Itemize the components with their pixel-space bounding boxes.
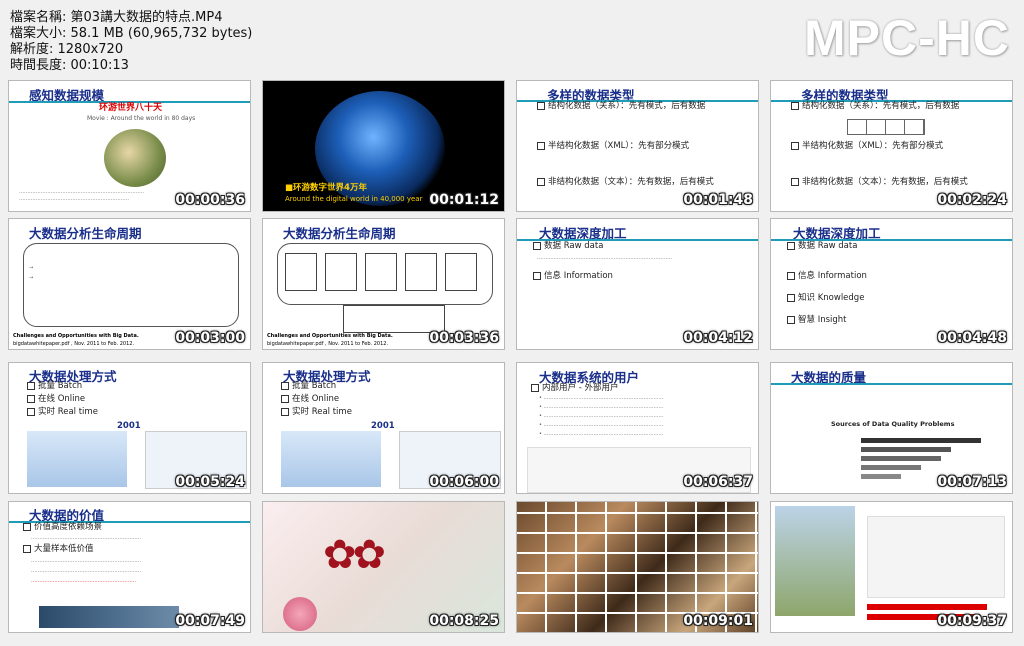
brand-logo: MPC-HC: [804, 10, 1010, 66]
challenges-box: [343, 305, 445, 333]
batch-diagram: [281, 431, 381, 487]
bullet-3: 实时 Real time: [292, 407, 352, 417]
bullet-1: 内部用户 - 外部用户: [542, 383, 619, 393]
slide-title: 大数据分析生命周期: [29, 226, 142, 241]
thumbnail-14[interactable]: ✿✿ 00:08:25: [262, 501, 505, 633]
bullet-1: 价值高度依赖场景: [34, 522, 103, 532]
thumbnail-13[interactable]: 大数据的价值 价值高度依赖场景 ………………………………………………………… 大…: [8, 501, 251, 633]
chart-bar: [861, 465, 921, 470]
relation-table-graphic: [847, 119, 925, 135]
chart-bar: [861, 456, 941, 461]
slide-footnote-2: bigdatawhitepaper.pdf , Nov. 2011 to Feb…: [267, 341, 389, 347]
timestamp: 00:03:00: [175, 330, 245, 346]
timestamp: 00:09:37: [937, 613, 1007, 629]
timestamp: 00:09:01: [683, 613, 753, 629]
filename-text: 檔案名稱: 第03講大数据的特点.MP4: [10, 10, 223, 25]
timestamp: 00:08:25: [429, 613, 499, 629]
timestamp: 00:01:48: [683, 192, 753, 208]
bullet-2: 在线 Online: [292, 394, 340, 404]
thumbnail-12[interactable]: 大数据的质量 Sources of Data Quality Problems …: [770, 362, 1013, 494]
timestamp: 00:04:12: [683, 330, 753, 346]
thumbnail-16[interactable]: 00:09:37: [770, 501, 1013, 633]
globe-illustration: [104, 129, 166, 187]
bullet-2: 信息 Information: [798, 271, 867, 281]
slide-subtitle: 环游世界八十天: [99, 103, 163, 113]
bullet-2: 大量样本低价值: [34, 544, 94, 554]
bullet-2: 在线 Online: [38, 394, 86, 404]
thumbnail-9[interactable]: 大数据处理方式 批量 Batch 在线 Online 实时 Real time …: [8, 362, 251, 494]
timestamp: 00:07:13: [937, 474, 1007, 490]
timestamp: 00:02:24: [937, 192, 1007, 208]
filesize-text: 檔案大小: 58.1 MB (60,965,732 bytes): [10, 26, 253, 41]
thumbnail-10[interactable]: 大数据处理方式 批量 Batch 在线 Online 实时 Real time …: [262, 362, 505, 494]
bullet-1: 批量 Batch: [292, 381, 337, 391]
batch-diagram: [27, 431, 127, 487]
lifecycle-diagram-box: [23, 243, 239, 327]
bullet-1: 结构化数据（关系）：先有模式，后有数据: [802, 101, 960, 111]
file-info-header: 檔案名稱: 第03講大数据的特点.MP4 檔案大小: 58.1 MB (60,9…: [0, 0, 1024, 78]
caption-bar: [867, 604, 987, 610]
duration-text: 時間長度: 00:10:13: [10, 58, 129, 73]
chart-title: Sources of Data Quality Problems: [831, 420, 955, 428]
timestamp: 00:01:12: [429, 192, 499, 208]
timestamp: 00:04:48: [937, 330, 1007, 346]
chart-bar: [861, 438, 981, 443]
bullet-2: 信息 Information: [544, 271, 613, 281]
thumbnail-8[interactable]: 大数据深度加工 数据 Raw data 信息 Information 知识 Kn…: [770, 218, 1013, 350]
chart-bar: [861, 447, 951, 452]
plane-banner: [39, 606, 179, 628]
stage-box: [405, 253, 437, 291]
timestamp: 00:00:36: [175, 192, 245, 208]
bullet-2: 半结构化数据（XML）：先有部分模式: [802, 141, 944, 151]
stage-box: [365, 253, 397, 291]
thumbnail-1[interactable]: 感知数据规模 环游世界八十天 Movie : Around the world …: [8, 80, 251, 212]
bullet-3: 非结构化数据（文本）：先有数据，后有模式: [548, 177, 714, 187]
chart-bar: [861, 474, 901, 479]
plane-diagram: [867, 516, 1005, 598]
bullet-3: 知识 Knowledge: [798, 293, 865, 303]
slide-caption: ■环游数字世界4万年: [285, 183, 367, 193]
bullet-1: 结构化数据（关系）：先有模式，后有数据: [548, 101, 706, 111]
thumbnail-4[interactable]: 多样的数据类型 结构化数据（关系）：先有模式，后有数据 半结构化数据（XML）：…: [770, 80, 1013, 212]
bullet-1: 数据 Raw data: [544, 241, 604, 251]
stage-box: [285, 253, 317, 291]
calligraphy-art: ✿✿: [323, 532, 386, 578]
slide-footnote: Challenges and Opportunities with Big Da…: [13, 333, 139, 339]
plane-photo: [775, 506, 855, 616]
stage-box: [445, 253, 477, 291]
slide-title: 大数据分析生命周期: [283, 226, 396, 241]
bullet-2: 半结构化数据（XML）：先有部分模式: [548, 141, 690, 151]
slide-footnote: Challenges and Opportunities with Big Da…: [267, 333, 393, 339]
slide-subtitle-en: Movie : Around the world in 80 days: [87, 115, 196, 122]
timestamp: 00:06:37: [683, 474, 753, 490]
bullet-3: 非结构化数据（文本）：先有数据，后有模式: [802, 177, 968, 187]
thumbnail-3[interactable]: 多样的数据类型 结构化数据（关系）：先有模式，后有数据 半结构化数据（XML）：…: [516, 80, 759, 212]
thumbnail-5[interactable]: 大数据分析生命周期 → → Challenges and Opportuniti…: [8, 218, 251, 350]
flower-art: [283, 597, 317, 631]
timestamp: 00:07:49: [175, 613, 245, 629]
timestamp: 00:03:36: [429, 330, 499, 346]
thumbnail-11[interactable]: 大数据系统的用户 内部用户 - 外部用户 • ………………………………………………: [516, 362, 759, 494]
thumbnail-15[interactable]: 00:09:01: [516, 501, 759, 633]
timestamp: 00:06:00: [429, 474, 499, 490]
thumbnail-2[interactable]: ■环游数字世界4万年 Around the digital world in 4…: [262, 80, 505, 212]
stage-box: [325, 253, 357, 291]
bullet-1: 数据 Raw data: [798, 241, 858, 251]
bullet-3: 实时 Real time: [38, 407, 98, 417]
bullet-1: 批量 Batch: [38, 381, 83, 391]
resolution-text: 解析度: 1280x720: [10, 42, 124, 57]
bullet-4: 智慧 Insight: [798, 315, 847, 325]
slide-footnote-2: bigdatawhitepaper.pdf , Nov. 2011 to Feb…: [13, 341, 135, 347]
timestamp: 00:05:24: [175, 474, 245, 490]
thumbnail-6[interactable]: 大数据分析生命周期 Challenges and Opportunities w…: [262, 218, 505, 350]
thumbnail-7[interactable]: 大数据深度加工 数据 Raw data ………………………………………………………: [516, 218, 759, 350]
slide-caption-en: Around the digital world in 40,000 year: [285, 195, 423, 203]
